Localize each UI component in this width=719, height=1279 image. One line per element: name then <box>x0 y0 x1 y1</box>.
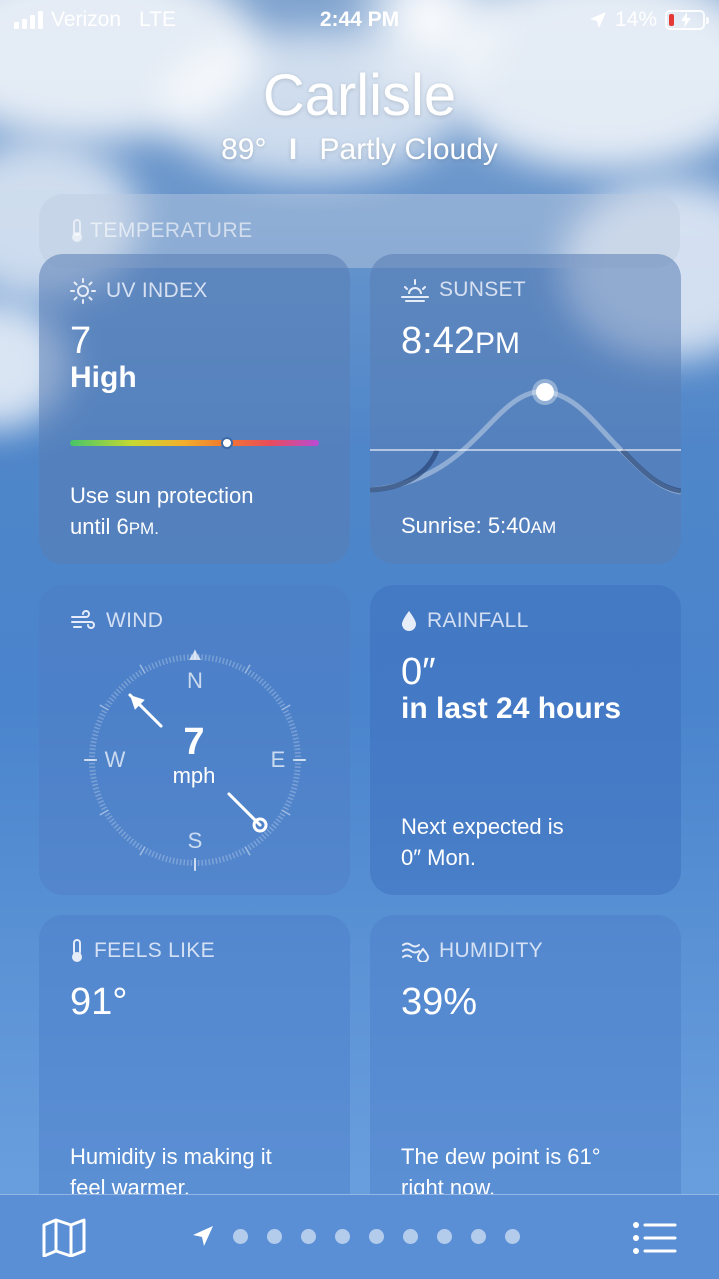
list-icon[interactable] <box>633 1221 677 1255</box>
page-dot[interactable] <box>471 1228 486 1244</box>
feels-like-card[interactable]: FEELS LIKE 91° Humidity is making it fee… <box>39 915 350 1225</box>
rainfall-card[interactable]: RAINFALL 0″ in last 24 hours Next expect… <box>370 585 681 895</box>
page-dot[interactable] <box>233 1228 248 1244</box>
battery-icon <box>665 10 709 30</box>
map-icon[interactable] <box>42 1217 86 1257</box>
page-indicator[interactable] <box>192 1225 520 1247</box>
sun-path-curve <box>370 379 681 495</box>
sunrise-time: Sunrise: 5:40AM <box>401 513 557 538</box>
condition-text: Partly Cloudy <box>319 133 498 166</box>
rainfall-amount: 0″ <box>401 651 436 693</box>
uv-index-marker <box>220 437 233 449</box>
battery-percent: 14% <box>614 8 657 31</box>
sunset-time: 8:42PM <box>401 320 520 362</box>
page-dot[interactable] <box>403 1228 418 1244</box>
raindrop-icon <box>402 611 416 631</box>
compass-south: S <box>187 828 203 853</box>
rainfall-period: in last 24 hours <box>401 692 622 725</box>
rainfall-label: RAINFALL <box>427 609 529 632</box>
compass-east: E <box>270 747 286 772</box>
uv-index-scale <box>70 437 319 449</box>
sunset-icon <box>401 279 429 302</box>
thermometer-icon <box>72 219 82 242</box>
sunset-label: SUNSET <box>439 278 526 301</box>
uv-index-level: High <box>70 361 137 394</box>
page-dot[interactable] <box>267 1228 282 1244</box>
compass-north: N <box>187 668 203 693</box>
humidity-value: 39% <box>401 981 478 1023</box>
wind-icon <box>71 610 95 629</box>
feels-like-value: 91° <box>70 981 128 1023</box>
sunset-card[interactable]: SUNSET 8:42PM Sunrise: 5:40AM <box>370 254 681 564</box>
uv-index-card[interactable]: UV INDEX 7 High Use sun protection until… <box>39 254 350 564</box>
current-location-icon[interactable] <box>192 1225 214 1247</box>
page-dot[interactable] <box>437 1228 452 1244</box>
city-name: Carlisle <box>262 63 457 128</box>
wind-unit: mph <box>172 763 216 788</box>
uv-index-value: 7 <box>70 320 92 362</box>
uv-index-label: UV INDEX <box>106 279 208 302</box>
humidity-label: HUMIDITY <box>439 939 543 962</box>
uv-index-description: Use sun protection until 6PM. <box>70 483 254 539</box>
compass-west: W <box>104 747 126 772</box>
page-dot[interactable] <box>505 1228 520 1244</box>
location-header: Carlisle 89° I Partly Cloudy <box>0 62 719 167</box>
wind-speed: 7 <box>183 721 205 763</box>
location-arrow-icon <box>589 12 606 28</box>
feels-like-label: FEELS LIKE <box>94 939 215 962</box>
page-dot[interactable] <box>301 1228 316 1244</box>
current-conditions: 89° I Partly Cloudy <box>0 133 719 167</box>
sun-icon <box>70 278 96 304</box>
temperature-card-label: TEMPERATURE <box>70 219 253 243</box>
page-dot[interactable] <box>369 1228 384 1244</box>
wind-label: WIND <box>106 609 164 632</box>
status-bar: Verizon LTE 2:44 PM 14% <box>0 0 719 40</box>
humidity-icon <box>402 942 429 962</box>
rainfall-forecast: Next expected is 0″ Mon. <box>401 814 564 870</box>
humidity-card[interactable]: HUMIDITY 39% The dew point is 61° right … <box>370 915 681 1225</box>
current-temperature: 89° <box>221 133 267 166</box>
separator: I <box>288 133 298 166</box>
wind-card[interactable]: WIND N E S W 7 mph <box>39 585 350 895</box>
thermometer-icon <box>72 939 82 962</box>
page-dot[interactable] <box>335 1228 350 1244</box>
